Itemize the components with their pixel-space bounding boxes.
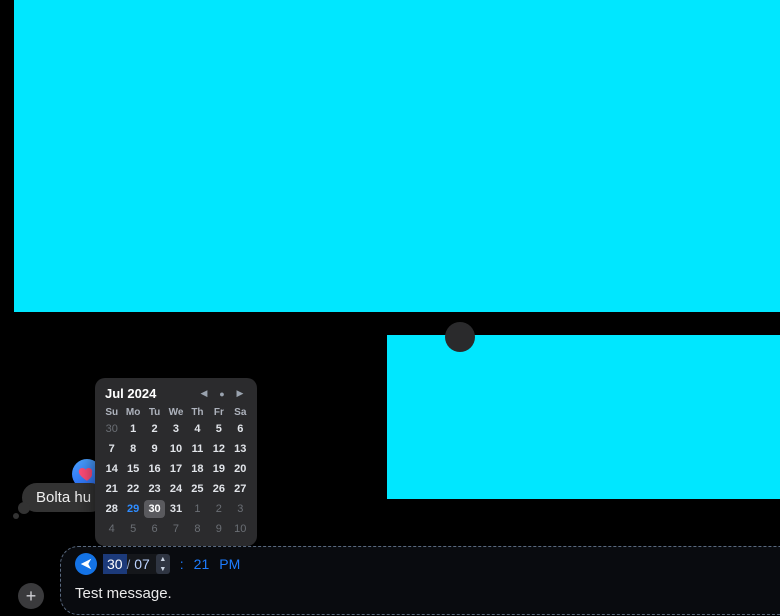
compose-text-input[interactable]: Test message. xyxy=(75,585,780,602)
attached-image-1[interactable] xyxy=(14,0,780,312)
calendar-day-cell[interactable]: 21 xyxy=(101,480,122,498)
calendar-day-cell: 30 xyxy=(101,420,122,438)
schedule-month-segment[interactable]: 07 xyxy=(130,554,154,574)
calendar-day-cell: 6 xyxy=(144,520,165,538)
stepper-down-icon[interactable]: ▼ xyxy=(156,564,170,574)
calendar-day-cell[interactable]: 19 xyxy=(208,460,229,478)
calendar-day-cell[interactable]: 26 xyxy=(208,480,229,498)
add-attachment-button[interactable]: + xyxy=(18,583,44,609)
calendar-day-cell[interactable]: 24 xyxy=(165,480,186,498)
time-separator: : xyxy=(180,556,184,572)
calendar-month-label: Jul 2024 xyxy=(105,386,197,401)
attached-image-2[interactable] xyxy=(387,335,780,499)
calendar-day-cell[interactable]: 2 xyxy=(144,420,165,438)
schedule-time-ampm[interactable]: PM xyxy=(219,556,240,572)
calendar-day-cell: 10 xyxy=(230,520,251,538)
calendar-day-cell[interactable]: 28 xyxy=(101,500,122,518)
calendar-day-cell[interactable]: 14 xyxy=(101,460,122,478)
calendar-day-cell[interactable]: 29 xyxy=(122,500,143,518)
calendar-day-cell[interactable]: 12 xyxy=(208,440,229,458)
calendar-dow-label: Th xyxy=(187,407,208,418)
calendar-day-cell: 8 xyxy=(187,520,208,538)
calendar-day-cell[interactable]: 8 xyxy=(122,440,143,458)
received-message-bubble: Bolta hu xyxy=(22,483,105,512)
calendar-day-cell[interactable]: 18 xyxy=(187,460,208,478)
calendar-day-cell[interactable]: 16 xyxy=(144,460,165,478)
calendar-day-cell[interactable]: 17 xyxy=(165,460,186,478)
stepper-up-icon[interactable]: ▲ xyxy=(156,554,170,564)
calendar-day-cell: 9 xyxy=(208,520,229,538)
calendar-day-cell: 3 xyxy=(230,500,251,518)
calendar-day-cell[interactable]: 23 xyxy=(144,480,165,498)
schedule-day-segment[interactable]: 30 xyxy=(103,554,127,574)
calendar-day-cell[interactable]: 13 xyxy=(230,440,251,458)
calendar-day-cell: 2 xyxy=(208,500,229,518)
date-picker-calendar[interactable]: Jul 2024 ◀ ● ▶ SuMoTuWeThFrSa 3012345678… xyxy=(95,378,257,546)
calendar-day-cell[interactable]: 7 xyxy=(101,440,122,458)
contact-avatar xyxy=(445,322,475,352)
calendar-day-cell[interactable]: 27 xyxy=(230,480,251,498)
schedule-date-field[interactable]: 30 / 07 ▲ ▼ xyxy=(103,554,170,574)
compose-box[interactable]: 30 / 07 ▲ ▼ : 21 PM Test message. xyxy=(60,546,780,615)
calendar-day-cell[interactable]: 25 xyxy=(187,480,208,498)
calendar-dow-label: Sa xyxy=(230,407,251,418)
calendar-day-cell: 1 xyxy=(187,500,208,518)
calendar-day-cell[interactable]: 15 xyxy=(122,460,143,478)
calendar-dow-label: Mo xyxy=(122,407,143,418)
calendar-day-cell[interactable]: 1 xyxy=(122,420,143,438)
calendar-day-cell[interactable]: 5 xyxy=(208,420,229,438)
calendar-dow-label: Tu xyxy=(144,407,165,418)
calendar-prev-icon[interactable]: ◀ xyxy=(197,387,211,401)
calendar-day-cell[interactable]: 3 xyxy=(165,420,186,438)
calendar-day-cell[interactable]: 10 xyxy=(165,440,186,458)
calendar-dow-label: Fr xyxy=(208,407,229,418)
calendar-day-cell[interactable]: 4 xyxy=(187,420,208,438)
schedule-send-icon[interactable] xyxy=(75,553,97,575)
calendar-day-cell[interactable]: 22 xyxy=(122,480,143,498)
calendar-day-cell[interactable]: 6 xyxy=(230,420,251,438)
calendar-dow-label: Su xyxy=(101,407,122,418)
calendar-day-cell[interactable]: 20 xyxy=(230,460,251,478)
calendar-day-cell: 5 xyxy=(122,520,143,538)
schedule-time-hour[interactable]: 21 xyxy=(194,556,210,572)
calendar-day-cell: 7 xyxy=(165,520,186,538)
date-stepper[interactable]: ▲ ▼ xyxy=(156,554,170,574)
calendar-day-cell[interactable]: 11 xyxy=(187,440,208,458)
calendar-day-cell[interactable]: 30 xyxy=(144,500,165,518)
calendar-day-cell: 4 xyxy=(101,520,122,538)
calendar-today-icon[interactable]: ● xyxy=(215,387,229,401)
calendar-dow-label: We xyxy=(165,407,186,418)
calendar-next-icon[interactable]: ▶ xyxy=(233,387,247,401)
calendar-day-cell[interactable]: 31 xyxy=(165,500,186,518)
calendar-day-cell[interactable]: 9 xyxy=(144,440,165,458)
